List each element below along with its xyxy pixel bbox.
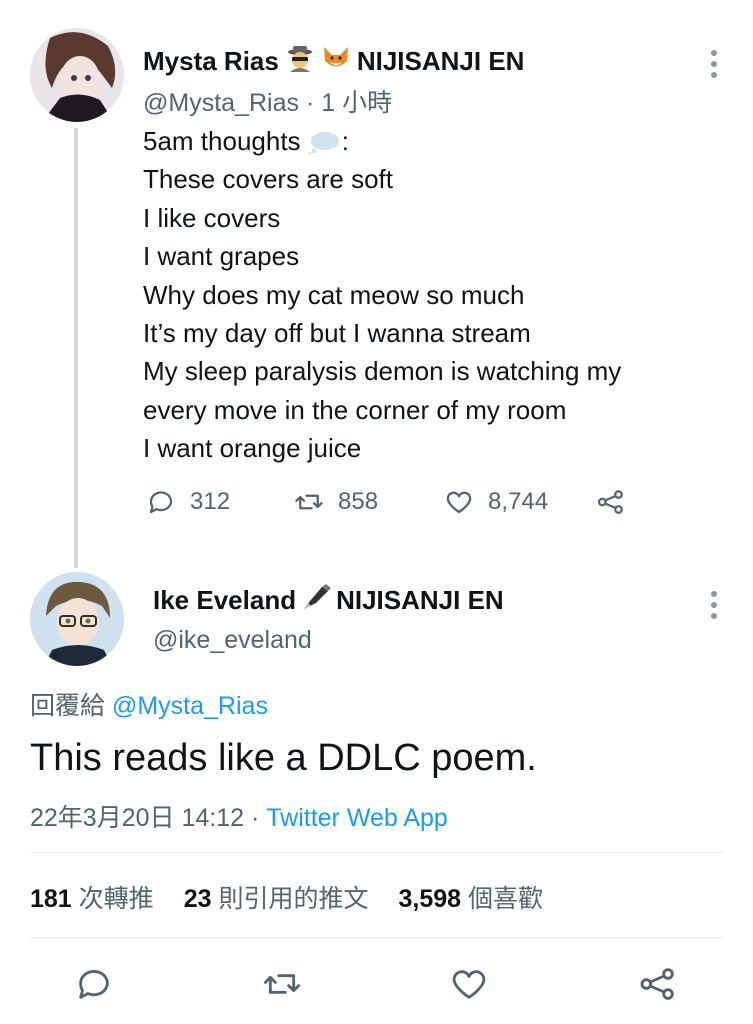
divider-bottom — [30, 937, 723, 938]
tweet1-badge-text: NIJISANJI EN — [356, 46, 525, 76]
tweet1-line: These covers are soft — [143, 164, 393, 195]
tweet1-reply-count: 312 — [190, 488, 231, 515]
tweet1-line: every move in the corner of my room — [143, 394, 567, 425]
detective-emoji-icon — [285, 44, 315, 79]
share-icon — [640, 968, 674, 1000]
reply-icon — [79, 970, 109, 999]
stats-row: 181 次轉推 23 則引用的推文 3,598 個喜歡 — [30, 879, 543, 915]
tweet1-like-count: 8,744 — [488, 488, 549, 515]
likes-stat[interactable]: 3,598 個喜歡 — [398, 879, 543, 915]
tweet2-author-name[interactable]: Ike Eveland NIJISANJI EN — [153, 583, 504, 618]
share-button[interactable] — [638, 964, 678, 1009]
thought-bubble-icon — [308, 122, 342, 160]
ike-avatar[interactable] — [30, 572, 124, 666]
tweet2-handle[interactable]: @ike_eveland — [153, 626, 312, 655]
tweet2-display-name: Ike Eveland — [153, 585, 297, 615]
tweet1-time[interactable]: 1 小時 — [321, 89, 392, 117]
tweet2-source[interactable]: Twitter Web App — [266, 804, 448, 832]
tweet1-display-name: Mysta Rias — [143, 46, 279, 76]
reply-to-line: 回覆給 @Mysta_Rias — [30, 686, 268, 722]
fox-emoji-icon — [321, 44, 351, 79]
tweet1-line: I want orange juice — [143, 433, 362, 464]
tweet1-line: My sleep paralysis demon is watching my — [143, 356, 622, 387]
tweet1-line: It’s my day off but I wanna stream — [143, 318, 531, 349]
quotes-stat[interactable]: 23 則引用的推文 — [184, 879, 369, 915]
thread-line — [74, 128, 78, 568]
tweet1-separator: · — [305, 89, 315, 117]
tweet1-author-name[interactable]: Mysta Rias NIJISANJI EN — [143, 44, 524, 79]
divider-top — [30, 852, 723, 853]
tweet1-retweet-count: 858 — [338, 488, 379, 515]
like-icon — [452, 970, 486, 999]
tweet1-line: 5am thoughts : — [143, 122, 621, 160]
tweet1-more-icon[interactable] — [710, 50, 718, 78]
like-button[interactable] — [449, 964, 489, 1009]
tweet1-body: 5am thoughts : These covers are soft I l… — [143, 122, 621, 468]
reply-to-handle[interactable]: @Mysta_Rias — [112, 692, 268, 720]
reply-to-prefix: 回覆給 — [30, 692, 106, 720]
reply-icon — [149, 491, 173, 514]
retweets-stat[interactable]: 181 次轉推 — [30, 879, 154, 915]
tweet2-date[interactable]: 22年3月20日 14:12 — [30, 804, 244, 832]
tweet1-share-button[interactable] — [596, 487, 626, 517]
fountain-pen-icon — [300, 583, 332, 618]
tweet1-retweet-button[interactable]: 858 — [294, 487, 378, 517]
share-icon — [597, 490, 623, 514]
tweet2-meta-separator: · — [250, 804, 260, 832]
tweet1-line: I want grapes — [143, 241, 300, 272]
retweet-icon — [263, 974, 301, 994]
tweet1-line: I like covers — [143, 202, 281, 233]
tweet1-line: Why does my cat meow so much — [143, 279, 525, 310]
tweet1-reply-button[interactable]: 312 — [146, 487, 230, 517]
tweet1-handle-row: @Mysta_Rias · 1 小時 — [143, 83, 392, 119]
tweet1-handle[interactable]: @Mysta_Rias — [143, 89, 299, 117]
retweet-button[interactable] — [262, 964, 302, 1009]
retweet-icon — [295, 494, 323, 510]
mysta-avatar[interactable] — [30, 28, 124, 122]
tweet1-like-button[interactable]: 8,744 — [444, 487, 548, 517]
tweet2-more-icon[interactable] — [710, 591, 718, 619]
tweet2-badge-text: NIJISANJI EN — [336, 585, 504, 615]
tweet2-text: This reads like a DDLC poem. — [30, 737, 537, 779]
reply-button[interactable] — [74, 964, 114, 1009]
tweet2-meta-line: 22年3月20日 14:12 · Twitter Web App — [30, 798, 448, 834]
like-icon — [446, 491, 472, 514]
